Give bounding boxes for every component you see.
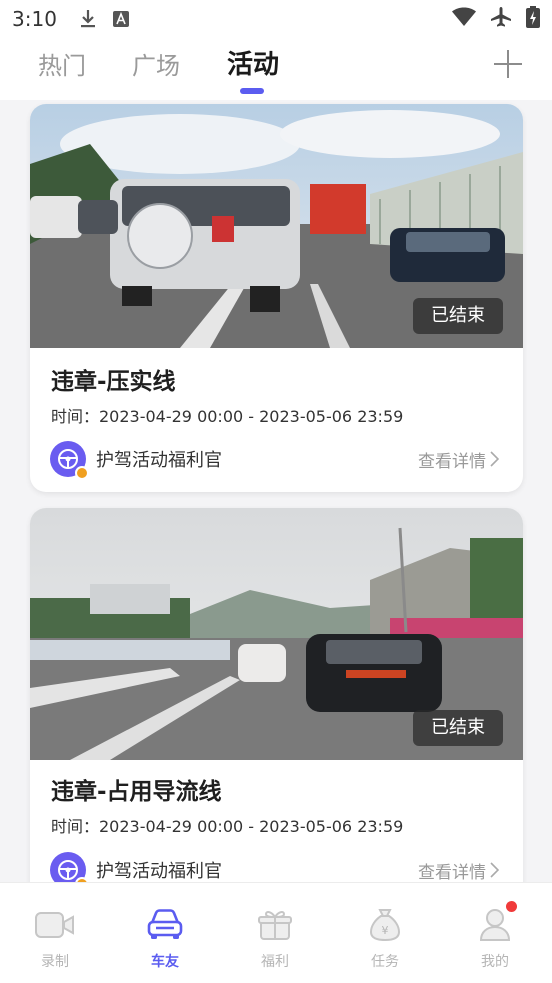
status-time: 3:10 — [12, 7, 57, 31]
nav-mine-label: 我的 — [481, 954, 509, 970]
plus-icon[interactable] — [494, 50, 522, 78]
car-icon — [145, 907, 185, 943]
event-time: 时间：2023-04-29 00:00 - 2023-05-06 23:59 — [51, 407, 404, 426]
airplane-icon — [490, 6, 512, 32]
event-image: 已结束 — [30, 104, 523, 348]
top-tab-bar: 热门 广场 活动 — [0, 38, 552, 100]
event-card[interactable]: 已结束 违章-压实线 时间：2023-04-29 00:00 - 2023-05… — [30, 104, 523, 492]
organizer-avatar[interactable] — [50, 441, 89, 480]
notification-dot — [506, 901, 517, 912]
tab-square[interactable]: 广场 — [132, 46, 180, 81]
nav-car-friends[interactable]: 车友 — [110, 883, 220, 983]
chevron-right-icon — [490, 862, 499, 878]
battery-icon — [526, 6, 540, 32]
active-tab-indicator — [240, 88, 264, 94]
nav-record[interactable]: 录制 — [0, 883, 110, 983]
event-feed[interactable]: 已结束 违章-压实线 时间：2023-04-29 00:00 - 2023-05… — [0, 100, 552, 882]
view-details-link[interactable]: 查看详情 — [418, 447, 499, 472]
money-bag-icon: ¥ — [365, 907, 405, 943]
event-title: 违章-压实线 — [51, 369, 176, 395]
user-icon — [475, 901, 517, 943]
event-time: 时间：2023-04-29 00:00 - 2023-05-06 23:59 — [51, 817, 404, 836]
svg-text:¥: ¥ — [382, 924, 389, 937]
status-bar: 3:10 — [0, 0, 552, 38]
organizer-row: 护驾活动福利官 查看详情 — [50, 439, 499, 480]
steering-wheel-icon — [58, 860, 78, 880]
verified-badge — [75, 466, 89, 480]
wifi-icon — [452, 7, 476, 31]
status-badge: 已结束 — [413, 298, 503, 334]
nav-mine[interactable]: 我的 — [440, 883, 550, 983]
camera-icon — [35, 907, 75, 943]
organizer-name[interactable]: 护驾活动福利官 — [96, 446, 222, 472]
view-details-label: 查看详情 — [418, 451, 486, 472]
download-icon — [79, 9, 97, 29]
steering-wheel-icon — [58, 449, 78, 469]
tab-hot[interactable]: 热门 — [38, 46, 86, 81]
a-box-icon — [112, 11, 129, 27]
organizer-row: 护驾活动福利官 查看详情 — [50, 850, 499, 882]
nav-record-label: 录制 — [41, 954, 69, 970]
nav-welfare-label: 福利 — [261, 954, 289, 970]
view-details-label: 查看详情 — [418, 862, 486, 883]
event-title: 违章-占用导流线 — [51, 779, 222, 805]
nav-tasks-label: 任务 — [371, 954, 399, 970]
status-badge: 已结束 — [413, 710, 503, 746]
nav-car-friends-label: 车友 — [151, 954, 179, 970]
bottom-navigation: 录制 车友 福利 ¥ 任务 我的 — [0, 882, 552, 983]
chevron-right-icon — [490, 451, 499, 467]
organizer-name[interactable]: 护驾活动福利官 — [96, 857, 222, 882]
gift-icon — [255, 907, 295, 943]
nav-tasks[interactable]: ¥ 任务 — [330, 883, 440, 983]
tab-events[interactable]: 活动 — [227, 44, 279, 81]
view-details-link[interactable]: 查看详情 — [418, 858, 499, 883]
organizer-avatar[interactable] — [50, 852, 89, 882]
event-card[interactable]: 已结束 违章-占用导流线 时间：2023-04-29 00:00 - 2023-… — [30, 508, 523, 882]
nav-welfare[interactable]: 福利 — [220, 883, 330, 983]
event-image: 已结束 — [30, 508, 523, 760]
